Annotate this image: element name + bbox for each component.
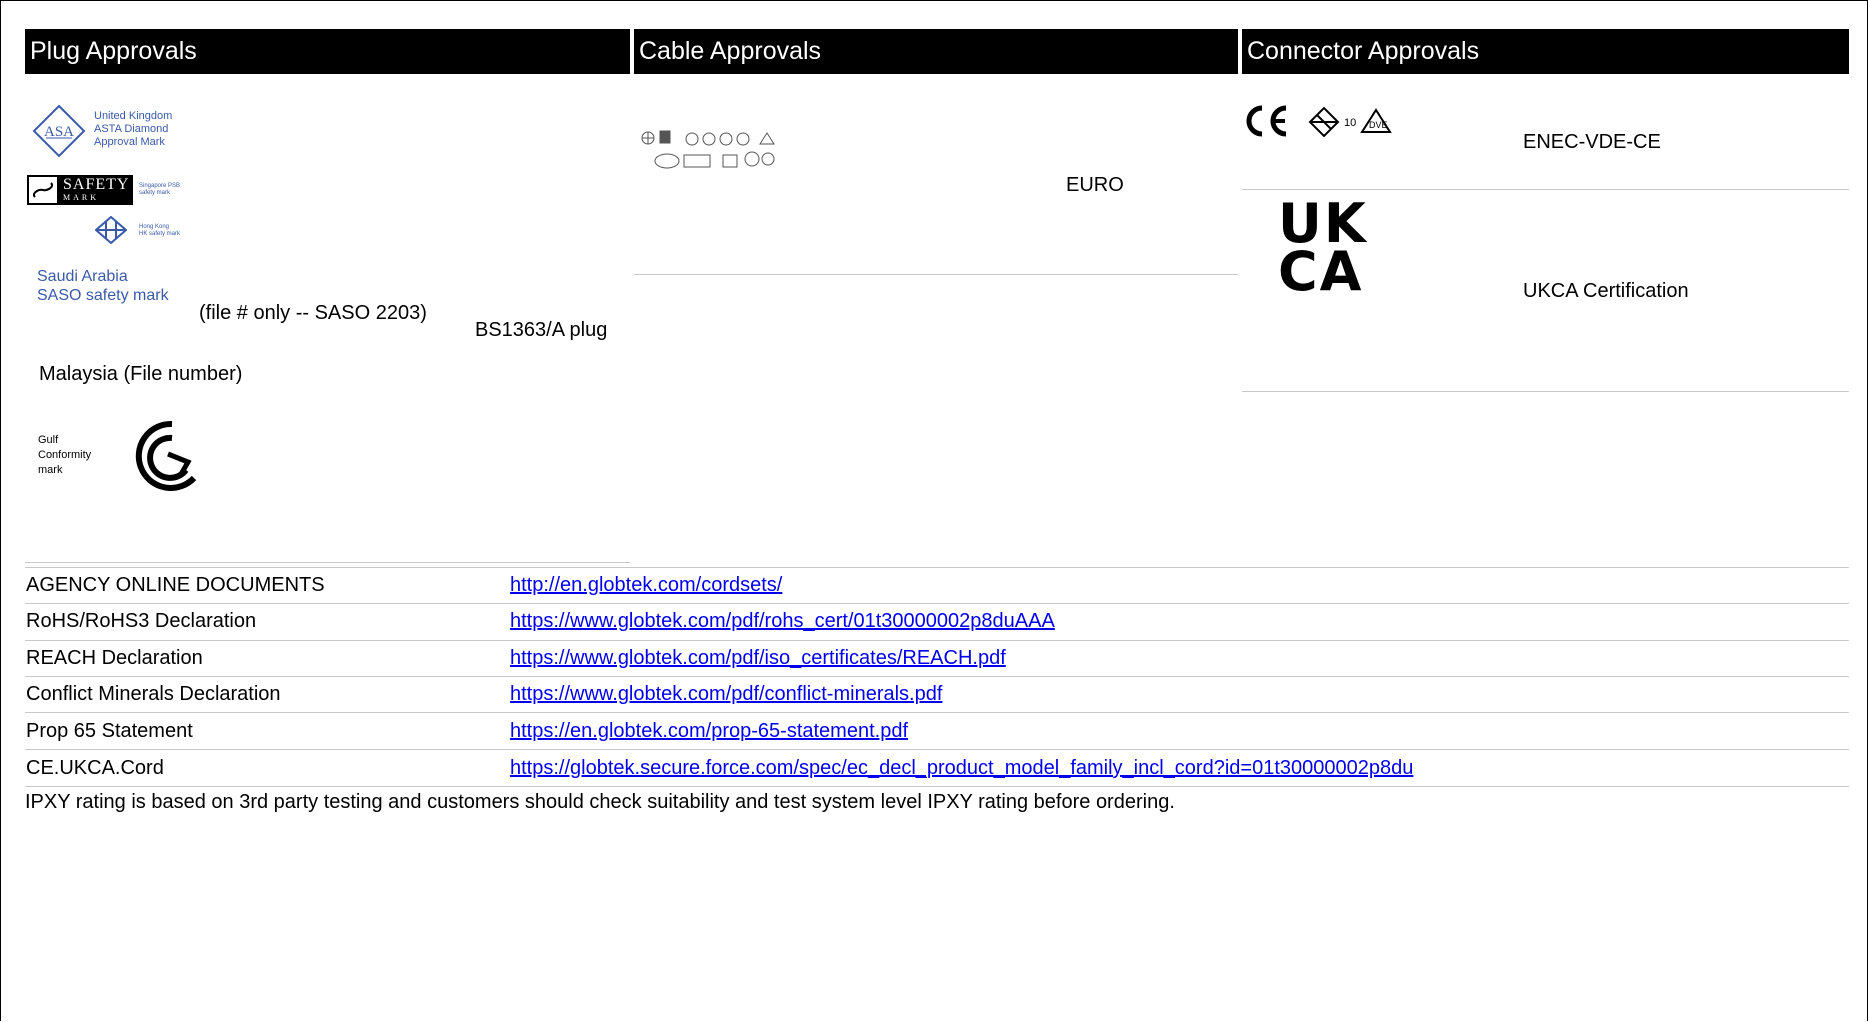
hk-caption: Hong Kong HK safety mark bbox=[139, 224, 180, 238]
document-link[interactable]: https://en.globtek.com/prop-65-statement… bbox=[510, 720, 908, 743]
svg-text:DVE: DVE bbox=[1369, 120, 1388, 130]
gulf-caption: Gulf Conformity mark bbox=[38, 433, 91, 478]
document-label: CE.UKCA.Cord bbox=[26, 757, 164, 779]
gulf-caption-line: Conformity bbox=[38, 449, 92, 461]
singapore-caption: Singapore PSB safety mark bbox=[139, 183, 180, 197]
document-link[interactable]: https://globtek.secure.force.com/spec/ec… bbox=[510, 757, 1413, 780]
ukca-logo-line: CA bbox=[1278, 240, 1364, 303]
document-label: Conflict Minerals Declaration bbox=[26, 683, 281, 705]
cable-agency-marks-logos bbox=[641, 130, 775, 169]
ukca-logo: UK CA bbox=[1278, 197, 1368, 303]
document-label: REACH Declaration bbox=[26, 647, 203, 669]
row-divider bbox=[25, 786, 1849, 787]
document-label: Prop 65 Statement bbox=[26, 720, 193, 742]
gulf-caption-line: Gulf bbox=[38, 434, 59, 446]
hk-caption-line: Hong Kong bbox=[139, 224, 170, 230]
hk-caption-line: HK safety mark bbox=[139, 231, 181, 237]
row-divider bbox=[25, 749, 1849, 750]
row-divider bbox=[25, 676, 1849, 677]
singapore-safety-logo: SAFETY MARK bbox=[27, 175, 133, 205]
plug-section-divider bbox=[25, 562, 630, 563]
saso-note: (file # only -- SASO 2203) bbox=[199, 302, 427, 324]
saudi-caption-line: Saudi Arabia bbox=[37, 268, 128, 285]
document-label: AGENCY ONLINE DOCUMENTS bbox=[26, 574, 325, 596]
asta-diamond-logo: ASA bbox=[32, 104, 86, 158]
cable-section-divider bbox=[634, 274, 1238, 275]
connector-approvals-header: Connector Approvals bbox=[1242, 29, 1849, 74]
row-divider bbox=[25, 640, 1849, 641]
asta-caption: United Kingdom ASTA Diamond Approval Mar… bbox=[94, 110, 172, 149]
singapore-caption-line: Singapore PSB bbox=[139, 183, 181, 189]
singapore-caption-line: safety mark bbox=[139, 190, 171, 196]
ce-enec-vde-logos: 10 DVE bbox=[1246, 105, 1392, 138]
saudi-caption: Saudi Arabia SASO safety mark bbox=[37, 267, 169, 305]
enec-vde-ce-label: ENEC-VDE-CE bbox=[1523, 131, 1661, 153]
asta-caption-line: Approval Mark bbox=[94, 136, 165, 148]
table-top-rule bbox=[25, 567, 1849, 568]
safety-s-icon bbox=[29, 177, 57, 203]
connector-divider-2 bbox=[1242, 391, 1849, 392]
saudi-caption-line: SASO safety mark bbox=[37, 287, 169, 304]
gulf-caption-line: mark bbox=[38, 464, 63, 476]
plug-approvals-header: Plug Approvals bbox=[25, 29, 630, 74]
bs-plug-type: BS1363/A plug bbox=[475, 319, 608, 341]
document-link[interactable]: http://en.globtek.com/cordsets/ bbox=[510, 574, 782, 597]
safety-logo-mark: MARK bbox=[63, 193, 100, 202]
document-link[interactable]: https://www.globtek.com/pdf/conflict-min… bbox=[510, 683, 942, 706]
asta-caption-line: ASTA Diamond bbox=[94, 123, 169, 135]
row-divider bbox=[25, 712, 1849, 713]
malaysia-label: Malaysia (File number) bbox=[39, 363, 243, 385]
connector-divider-1 bbox=[1242, 189, 1849, 190]
gulf-conformity-logo bbox=[135, 420, 197, 491]
cable-type: EURO bbox=[1066, 174, 1124, 196]
hk-safety-logo bbox=[95, 216, 127, 244]
svg-text:10: 10 bbox=[1344, 117, 1356, 129]
document-label: RoHS/RoHS3 Declaration bbox=[26, 610, 257, 632]
document-link[interactable]: https://www.globtek.com/pdf/rohs_cert/01… bbox=[510, 610, 1055, 633]
ipxy-footnote: IPXY rating is based on 3rd party testin… bbox=[25, 791, 1175, 813]
ukca-certification-label: UKCA Certification bbox=[1523, 280, 1689, 302]
cable-approvals-header: Cable Approvals bbox=[634, 29, 1238, 74]
safety-logo-word: SAFETY bbox=[63, 176, 130, 193]
asta-caption-line: United Kingdom bbox=[94, 110, 173, 122]
row-divider bbox=[25, 603, 1849, 604]
document-link[interactable]: https://www.globtek.com/pdf/iso_certific… bbox=[510, 647, 1006, 670]
